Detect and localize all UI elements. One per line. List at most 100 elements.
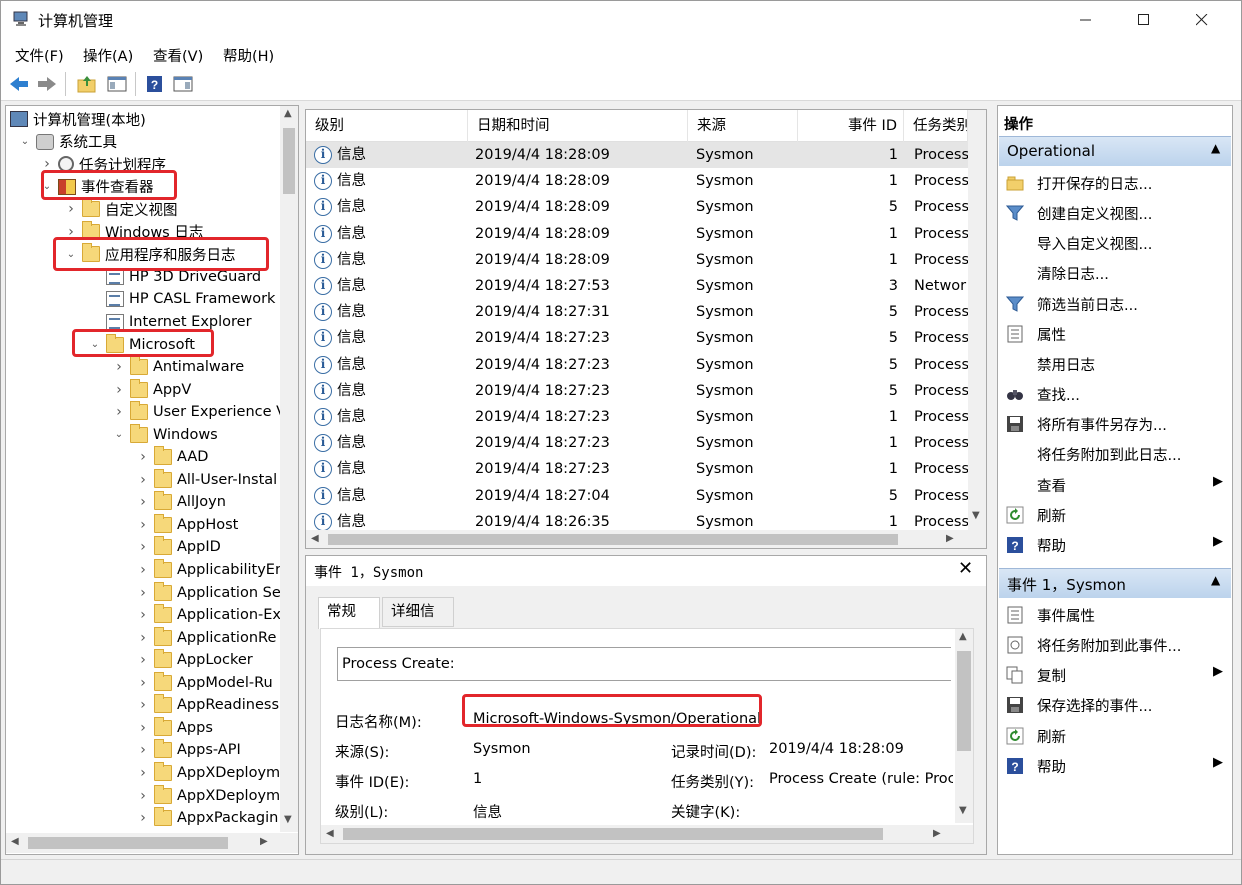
expanded-chevron-icon[interactable]: ⌄ — [88, 339, 102, 350]
scroll-thumb[interactable] — [957, 651, 971, 751]
event-row[interactable]: i 信息 2019/4/4 18:27:23 Sysmon 1 Process — [306, 430, 968, 456]
tree-item-node[interactable]: 计算机管理(本地) — [10, 108, 146, 130]
help-button[interactable]: ? — [143, 73, 167, 95]
collapsed-chevron-icon[interactable]: › — [136, 742, 150, 758]
action-item[interactable]: 清除日志... — [999, 258, 1231, 288]
actions-section-operational[interactable]: Operational ▲ — [999, 136, 1231, 166]
close-button[interactable] — [1179, 1, 1225, 39]
event-row[interactable]: i 信息 2019/4/4 18:27:53 Sysmon 3 Networ — [306, 273, 968, 299]
action-item[interactable]: 筛选当前日志... — [999, 289, 1231, 319]
action-item[interactable]: 查看 ▶ — [999, 470, 1231, 500]
tree-item-apps[interactable]: › Apps — [136, 716, 213, 739]
event-row[interactable]: i 信息 2019/4/4 18:27:23 Sysmon 1 Process — [306, 404, 968, 430]
close-icon[interactable]: ✕ — [958, 558, 973, 579]
tree-item-node[interactable]: ⌄ 系统工具 — [18, 131, 117, 153]
tab-details[interactable]: 详细信息 — [382, 597, 454, 648]
detail-vertical-scrollbar[interactable]: ▲ ▼ — [955, 629, 973, 823]
collapsed-chevron-icon[interactable]: › — [112, 359, 126, 375]
action-item[interactable]: 保存选择的事件... — [999, 690, 1231, 720]
tree-item-internet-explorer[interactable]: Internet Explorer — [88, 311, 252, 333]
detail-horizontal-scrollbar[interactable]: ◀ ▶ — [321, 825, 973, 843]
collapsed-chevron-icon[interactable]: › — [136, 607, 150, 623]
column-source[interactable]: 来源 — [688, 110, 798, 142]
tree-vertical-scrollbar[interactable]: ▲ ▼ — [280, 106, 298, 832]
tree-item-applicationre[interactable]: › ApplicationRe — [136, 626, 276, 649]
menu-file[interactable]: 文件(F) — [15, 45, 64, 66]
scroll-thumb[interactable] — [28, 837, 228, 849]
tree-item-windows[interactable]: ⌄ Windows — [112, 423, 218, 446]
action-item[interactable]: 打开保存的日志... — [999, 168, 1231, 198]
collapsed-chevron-icon[interactable]: › — [136, 652, 150, 668]
show-hide-tree-button[interactable] — [105, 73, 129, 95]
tree-item-appv[interactable]: › AppV — [112, 378, 191, 401]
scroll-up-icon[interactable]: ▲ — [959, 631, 967, 642]
scroll-right-icon[interactable]: ▶ — [933, 828, 941, 839]
tree-item-node[interactable]: ⌄ 事件查看器 — [40, 176, 154, 198]
scroll-thumb[interactable] — [283, 128, 295, 194]
tree-item-user-experience-v[interactable]: › User Experience V — [112, 401, 286, 423]
task-category-value[interactable]: Process Create (rule: Proce — [769, 771, 953, 787]
tree-item-microsoft[interactable]: ⌄ Microsoft — [88, 333, 195, 356]
tree-item-node[interactable]: ⌄ 应用程序和服务日志 — [64, 243, 236, 265]
collapsed-chevron-icon[interactable]: › — [136, 765, 150, 781]
action-item[interactable]: 禁用日志 — [999, 349, 1231, 379]
action-item[interactable]: 将任务附加到此日志... — [999, 439, 1231, 469]
scroll-thumb[interactable] — [343, 828, 883, 840]
action-item[interactable]: ? 帮助 ▶ — [999, 751, 1231, 781]
list-horizontal-scrollbar[interactable]: ◀ ▶ — [306, 530, 986, 548]
menu-help[interactable]: 帮助(H) — [223, 45, 274, 66]
action-item[interactable]: 刷新 — [999, 721, 1231, 751]
event-row[interactable]: i 信息 2019/4/4 18:27:04 Sysmon 5 Process — [306, 483, 968, 509]
action-item[interactable]: ? 帮助 ▶ — [999, 530, 1231, 560]
list-vertical-scrollbar[interactable]: ▼ — [968, 110, 986, 530]
expanded-chevron-icon[interactable]: ⌄ — [40, 181, 54, 192]
up-level-button[interactable] — [75, 73, 99, 95]
tab-general[interactable]: 常规 — [318, 597, 380, 629]
expanded-chevron-icon[interactable]: ⌄ — [112, 429, 126, 440]
event-row[interactable]: i 信息 2019/4/4 18:27:23 Sysmon 5 Process — [306, 378, 968, 404]
scroll-right-icon[interactable]: ▶ — [946, 533, 954, 544]
action-item[interactable]: 创建自定义视图... — [999, 198, 1231, 228]
tree-item-node[interactable]: › 自定义视图 — [64, 198, 178, 220]
source-value[interactable]: Sysmon — [473, 741, 531, 757]
scroll-thumb[interactable] — [328, 534, 898, 545]
collapsed-chevron-icon[interactable]: › — [136, 539, 150, 555]
column-level[interactable]: 级别 — [306, 110, 468, 142]
show-hide-action-pane-button[interactable] — [171, 73, 195, 95]
tree-item-windows[interactable]: › Windows 日志 — [64, 220, 203, 243]
event-row[interactable]: i 信息 2019/4/4 18:27:31 Sysmon 5 Process — [306, 299, 968, 325]
scroll-left-icon[interactable]: ◀ — [311, 533, 319, 544]
tree-item-antimalware[interactable]: › Antimalware — [112, 356, 244, 378]
event-row[interactable]: i 信息 2019/4/4 18:28:09 Sysmon 1 Process — [306, 142, 968, 169]
collapsed-chevron-icon[interactable]: › — [136, 562, 150, 578]
action-item[interactable]: 刷新 — [999, 500, 1231, 530]
forward-button[interactable] — [35, 73, 59, 95]
event-row[interactable]: i 信息 2019/4/4 18:28:09 Sysmon 1 Process — [306, 168, 968, 194]
scroll-left-icon[interactable]: ◀ — [11, 836, 19, 847]
scroll-down-icon[interactable]: ▼ — [959, 805, 967, 816]
collapsed-chevron-icon[interactable]: › — [64, 201, 78, 217]
menu-view[interactable]: 查看(V) — [153, 45, 203, 66]
collapsed-chevron-icon[interactable]: › — [136, 630, 150, 646]
action-item[interactable]: 将所有事件另存为... — [999, 409, 1231, 439]
minimize-button[interactable] — [1063, 1, 1109, 39]
collapsed-chevron-icon[interactable]: › — [64, 224, 78, 240]
level-value[interactable]: 信息 — [473, 801, 502, 822]
collapsed-chevron-icon[interactable]: › — [40, 156, 54, 172]
collapsed-chevron-icon[interactable]: › — [136, 517, 150, 533]
event-row[interactable]: i 信息 2019/4/4 18:27:23 Sysmon 5 Process — [306, 325, 968, 351]
actions-section-event[interactable]: 事件 1，Sysmon ▲ — [999, 568, 1231, 598]
collapsed-chevron-icon[interactable]: › — [136, 472, 150, 488]
action-item[interactable]: 属性 — [999, 319, 1231, 349]
event-description[interactable]: Process Create: — [337, 647, 951, 681]
log-name-value[interactable]: Microsoft-Windows-Sysmon/Operational — [473, 711, 761, 727]
collapsed-chevron-icon[interactable]: › — [112, 404, 126, 420]
tree-item-apphost[interactable]: › AppHost — [136, 513, 238, 536]
collapsed-chevron-icon[interactable]: › — [136, 697, 150, 713]
logged-value[interactable]: 2019/4/4 18:28:09 — [769, 741, 904, 757]
tree-item-appxdeploym[interactable]: › AppXDeploym — [136, 784, 280, 807]
scroll-down-icon[interactable]: ▼ — [284, 814, 292, 825]
collapse-icon[interactable]: ▲ — [1211, 141, 1220, 155]
event-row[interactable]: i 信息 2019/4/4 18:27:23 Sysmon 5 Process — [306, 352, 968, 378]
column-datetime[interactable]: 日期和时间 — [468, 110, 688, 142]
